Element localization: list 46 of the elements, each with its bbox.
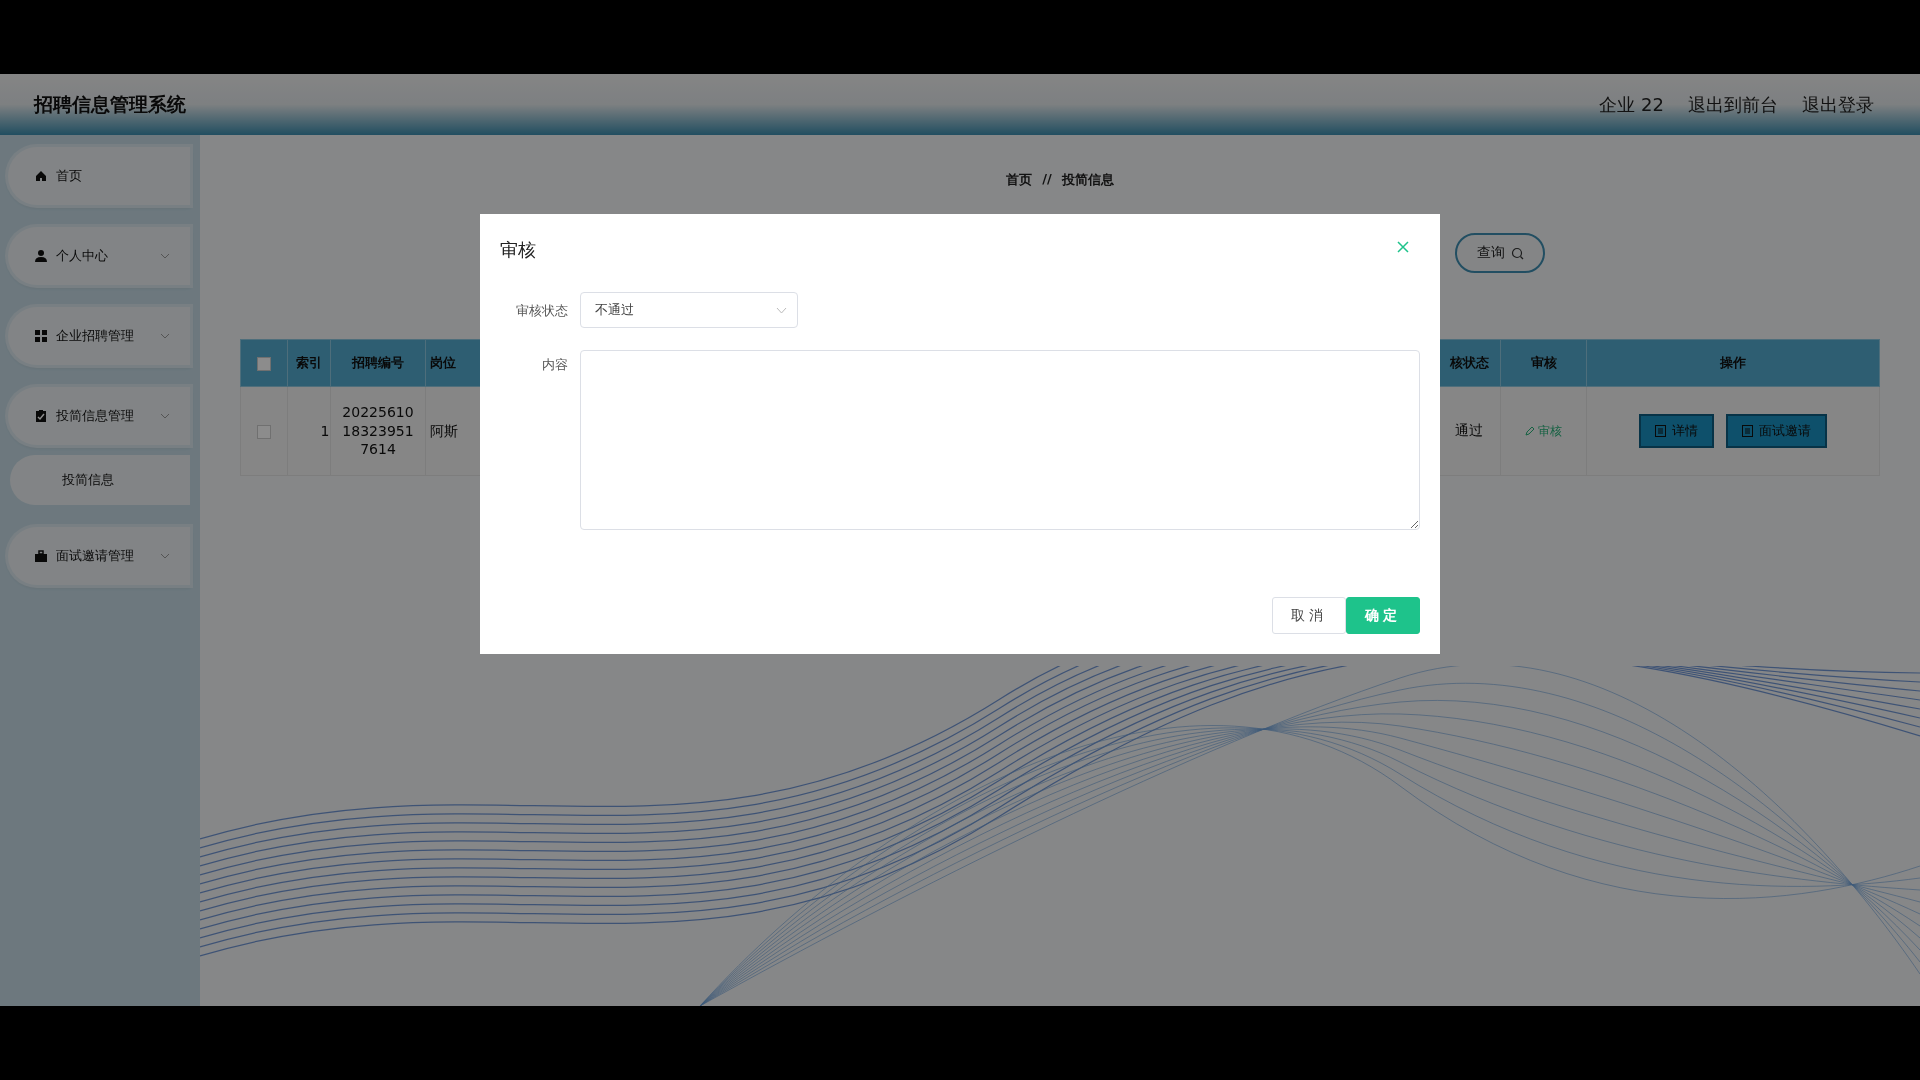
column-header: 索引: [296, 355, 322, 370]
header-link[interactable]: 退出登录: [1802, 92, 1874, 117]
clipboard-check-icon: [34, 409, 48, 423]
breadcrumb-separator: //: [1042, 171, 1052, 188]
content-field[interactable]: [580, 350, 1420, 530]
sidebar-item[interactable]: 个人中心: [8, 227, 190, 285]
briefcase-icon: [34, 549, 48, 563]
search-icon: [1510, 246, 1524, 260]
row-checkbox[interactable]: [257, 425, 271, 439]
select-all-checkbox[interactable]: [257, 356, 271, 371]
column-header: 核状态: [1449, 355, 1489, 370]
column-header: 岗位: [430, 355, 456, 370]
sidebar-subitem[interactable]: 投简信息: [10, 455, 190, 505]
chevron-down-icon: [160, 333, 170, 339]
sidebar-item[interactable]: 企业招聘管理: [8, 307, 190, 365]
pencil-icon: [1525, 426, 1535, 436]
header-link[interactable]: 退出到前台: [1688, 92, 1778, 117]
cancel-button[interactable]: 取消: [1272, 597, 1346, 634]
status-select[interactable]: 不通过: [580, 292, 798, 328]
table-cell-text: 阿斯: [430, 421, 459, 441]
chevron-down-icon: [160, 253, 170, 259]
sidebar-item[interactable]: 首页: [8, 147, 190, 205]
chevron-down-icon: [160, 553, 170, 559]
sidebar-item[interactable]: 投简信息管理: [8, 387, 190, 445]
column-header: 招聘编号: [352, 355, 404, 370]
chevron-down-icon: [776, 306, 787, 314]
column-header: 审核: [1530, 355, 1557, 370]
breadcrumb-item[interactable]: 投简信息: [1061, 171, 1114, 189]
table-cell: 通过: [1455, 422, 1483, 438]
app-title: 招聘信息管理系统: [34, 91, 186, 117]
search-button[interactable]: 查询: [1455, 233, 1545, 273]
column-header: 操作: [1720, 355, 1746, 370]
grid-icon: [34, 329, 48, 343]
table-cell: 20225610183239517614: [342, 402, 414, 460]
document-icon: [1742, 425, 1753, 437]
field-label: 审核状态: [515, 302, 568, 320]
document-icon: [1655, 425, 1666, 437]
home-icon: [34, 169, 48, 183]
person-icon: [34, 249, 48, 263]
breadcrumb-item[interactable]: 首页: [1006, 171, 1033, 189]
close-icon[interactable]: [1396, 240, 1410, 254]
user-name: 企业 22: [1599, 92, 1664, 117]
chevron-down-icon: [160, 413, 170, 419]
dialog-title: 审核: [500, 238, 536, 262]
sidebar-item[interactable]: 面试邀请管理: [8, 527, 190, 585]
field-label: 内容: [541, 356, 568, 374]
